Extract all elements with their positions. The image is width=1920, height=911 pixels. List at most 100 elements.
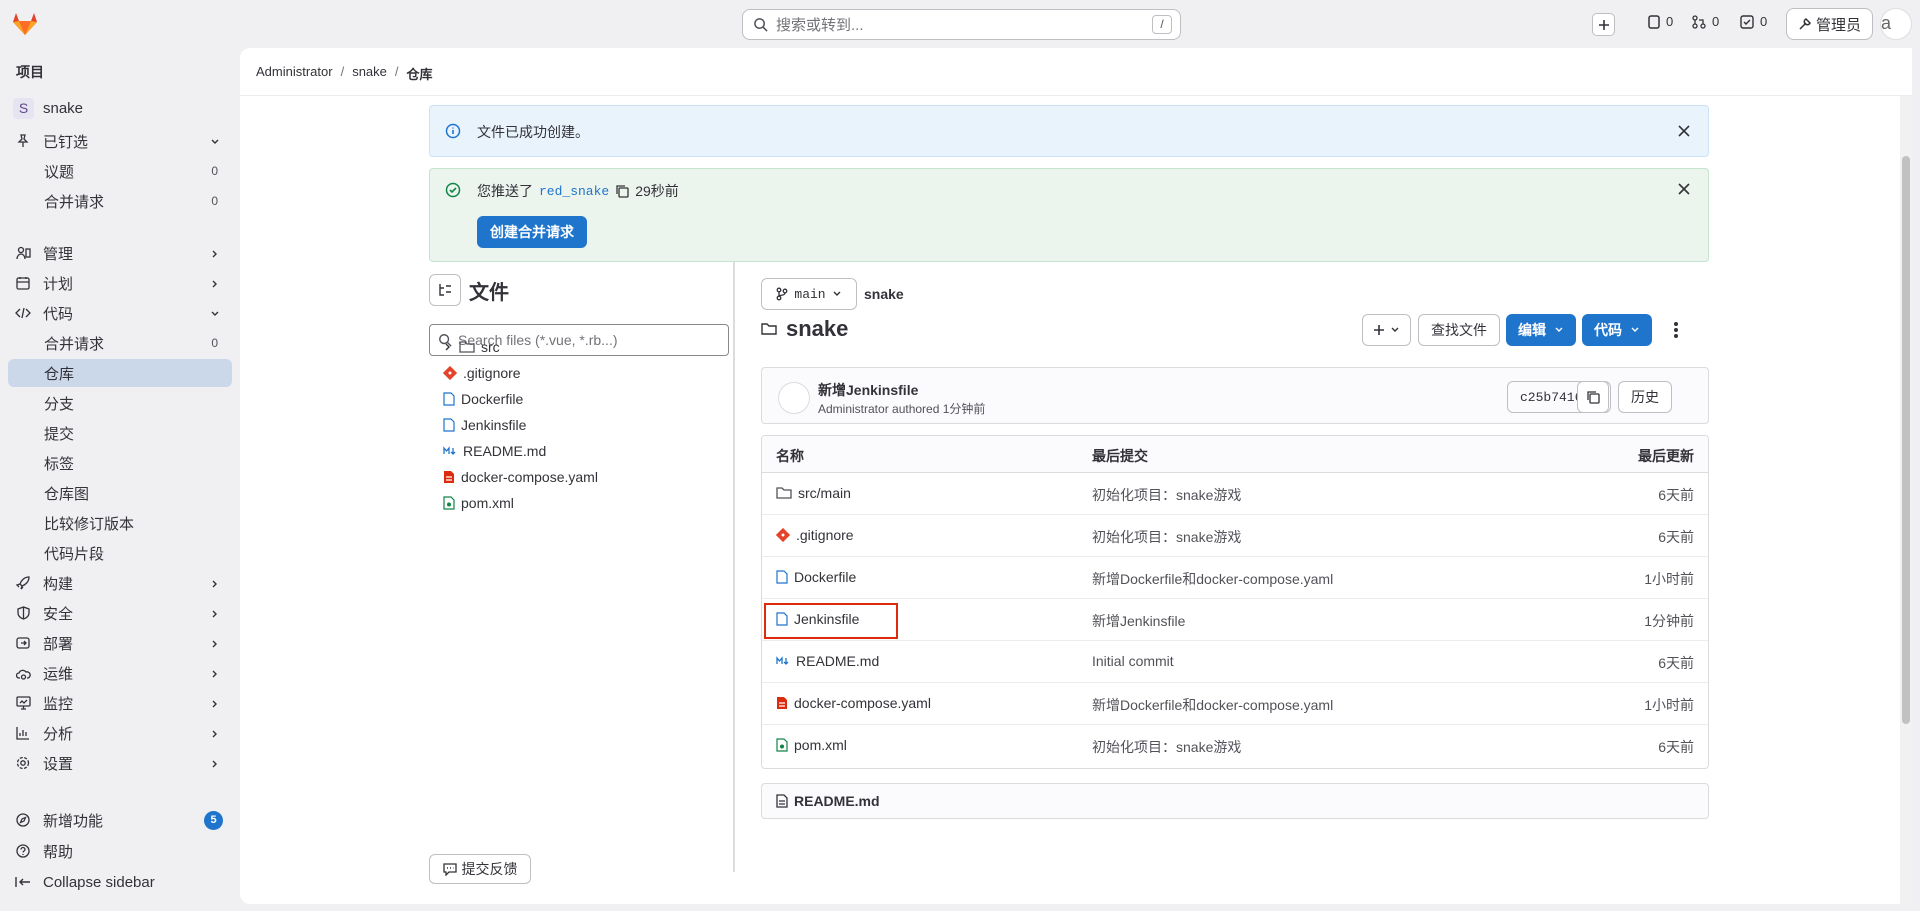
sidebar-help[interactable]: 帮助 bbox=[8, 837, 232, 865]
sidebar-item-commits[interactable]: 提交 bbox=[8, 419, 232, 447]
table-row[interactable]: README.md Initial commit 6天前 bbox=[762, 641, 1708, 683]
compass-icon bbox=[15, 812, 31, 828]
sidebar-label: 合并请求 bbox=[44, 335, 105, 353]
file-name-cell[interactable]: docker-compose.yaml bbox=[776, 695, 931, 711]
page-scrollbar[interactable] bbox=[1900, 96, 1912, 904]
tree-item-jenkinsfile[interactable]: Jenkinsfile bbox=[443, 415, 526, 435]
history-button[interactable]: 历史 bbox=[1618, 381, 1672, 413]
sidebar-label: 管理 bbox=[43, 245, 74, 263]
search-input[interactable]: 搜索或转到... / bbox=[742, 9, 1181, 40]
top-bar: 搜索或转到... / 0 0 0 管理员 a bbox=[0, 0, 1920, 48]
table-row[interactable]: src/main 初始化项目：snake游戏 6天前 bbox=[762, 473, 1708, 515]
sidebar-item-snippets[interactable]: 代码片段 bbox=[8, 539, 232, 567]
file-tree-toggle-button[interactable] bbox=[429, 274, 461, 306]
table-row[interactable]: pom.xml 初始化项目：snake游戏 6天前 bbox=[762, 725, 1708, 767]
sidebar-item-issues[interactable]: 议题 0 bbox=[8, 157, 232, 185]
tree-item-dockerfile[interactable]: Dockerfile bbox=[443, 389, 523, 409]
sidebar-label: 分支 bbox=[44, 395, 75, 413]
sidebar-item-tags[interactable]: 标签 bbox=[8, 449, 232, 477]
more-actions-icon[interactable] bbox=[1673, 321, 1679, 339]
tree-item-label: README.md bbox=[463, 443, 547, 459]
sidebar-monitor[interactable]: 监控 bbox=[8, 689, 232, 717]
table-row[interactable]: .gitignore 初始化项目：snake游戏 6天前 bbox=[762, 515, 1708, 557]
file-name-cell[interactable]: Dockerfile bbox=[776, 569, 856, 585]
readme-title[interactable]: README.md bbox=[794, 793, 880, 809]
updated-time: 1小时前 bbox=[1644, 697, 1694, 713]
last-commit-title[interactable]: 新增Jenkinsfile bbox=[818, 380, 918, 400]
sidebar-whats-new[interactable]: 新增功能 5 bbox=[8, 806, 232, 834]
breadcrumb-project[interactable]: snake bbox=[352, 64, 387, 83]
collapse-sidebar-button[interactable]: Collapse sidebar bbox=[8, 868, 232, 896]
file-name-cell[interactable]: pom.xml bbox=[776, 737, 847, 753]
sidebar-code[interactable]: 代码 bbox=[8, 299, 232, 327]
sidebar-plan[interactable]: 计划 bbox=[8, 269, 232, 297]
sidebar-project-snake[interactable]: S snake bbox=[8, 94, 232, 122]
sidebar-analyze[interactable]: 分析 bbox=[8, 719, 232, 747]
sidebar-item-repo-graph[interactable]: 仓库图 bbox=[8, 479, 232, 507]
repo-path-name[interactable]: snake bbox=[864, 286, 904, 302]
file-name-cell[interactable]: .gitignore bbox=[776, 527, 854, 543]
commit-message[interactable]: 初始化项目：snake游戏 bbox=[1092, 527, 1241, 547]
tree-item-gitignore[interactable]: .gitignore bbox=[443, 363, 521, 383]
file-name-cell[interactable]: README.md bbox=[776, 653, 879, 669]
tree-item-src[interactable]: src bbox=[443, 337, 500, 357]
sidebar-pinned[interactable]: 已钉选 bbox=[8, 127, 232, 155]
file-name-cell[interactable]: src/main bbox=[776, 485, 851, 501]
commit-author-avatar[interactable] bbox=[778, 382, 810, 414]
branch-selector[interactable]: main bbox=[761, 278, 857, 310]
tree-item-docker-compose[interactable]: docker-compose.yaml bbox=[443, 467, 598, 487]
pushed-branch[interactable]: red_snake bbox=[539, 184, 609, 199]
add-to-tree-dropdown[interactable] bbox=[1362, 314, 1411, 346]
close-icon[interactable] bbox=[1676, 181, 1692, 197]
copy-sha-button[interactable] bbox=[1577, 381, 1609, 413]
edit-dropdown-button[interactable]: 编辑 bbox=[1506, 314, 1576, 346]
user-avatar[interactable]: a bbox=[1880, 8, 1912, 40]
updated-time: 1分钟前 bbox=[1644, 613, 1694, 629]
sidebar-manage[interactable]: 管理 bbox=[8, 239, 232, 267]
code-dropdown-button[interactable]: 代码 bbox=[1582, 314, 1652, 346]
table-row[interactable]: Jenkinsfile 新增Jenkinsfile 1分钟前 bbox=[762, 599, 1708, 641]
sidebar-settings[interactable]: 设置 bbox=[8, 749, 232, 777]
sidebar-count: 0 bbox=[211, 164, 218, 178]
commit-message[interactable]: Initial commit bbox=[1092, 653, 1174, 669]
merge-requests-counter[interactable]: 0 bbox=[1692, 14, 1719, 29]
sidebar-item-compare[interactable]: 比较修订版本 bbox=[8, 509, 232, 537]
sidebar-label: 安全 bbox=[43, 605, 74, 623]
sidebar-deploy[interactable]: 部署 bbox=[8, 629, 232, 657]
admin-button[interactable]: 管理员 bbox=[1786, 8, 1873, 40]
sidebar-label: 仓库图 bbox=[44, 485, 90, 503]
file-text-icon bbox=[776, 794, 788, 808]
tree-item-pom[interactable]: pom.xml bbox=[443, 493, 514, 513]
sidebar-item-repository[interactable]: 仓库 bbox=[8, 359, 232, 387]
commit-message[interactable]: 初始化项目：snake游戏 bbox=[1092, 485, 1241, 505]
commit-message[interactable]: 新增Dockerfile和docker-compose.yaml bbox=[1092, 569, 1333, 589]
breadcrumb-current[interactable]: 仓库 bbox=[407, 64, 433, 83]
sidebar-item-merge-requests[interactable]: 合并请求 0 bbox=[8, 187, 232, 215]
commit-message[interactable]: 新增Jenkinsfile bbox=[1092, 611, 1185, 631]
sidebar-item-branches[interactable]: 分支 bbox=[8, 389, 232, 417]
tree-item-label: .gitignore bbox=[463, 365, 521, 381]
sidebar-item-code-merge-requests[interactable]: 合并请求 0 bbox=[8, 329, 232, 357]
copy-icon[interactable] bbox=[615, 184, 629, 198]
todos-counter[interactable]: 0 bbox=[1740, 14, 1767, 29]
create-merge-request-button[interactable]: 创建合并请求 bbox=[477, 216, 587, 248]
table-row[interactable]: Dockerfile 新增Dockerfile和docker-compose.y… bbox=[762, 557, 1708, 599]
commit-message[interactable]: 初始化项目：snake游戏 bbox=[1092, 737, 1241, 757]
sidebar-security[interactable]: 安全 bbox=[8, 599, 232, 627]
issues-counter[interactable]: 0 bbox=[1648, 14, 1673, 29]
table-row[interactable]: docker-compose.yaml 新增Dockerfile和docker-… bbox=[762, 683, 1708, 725]
close-icon[interactable] bbox=[1676, 123, 1692, 139]
push-alert-text: 您推送了 red_snake 29秒前 bbox=[477, 181, 679, 201]
issues-icon bbox=[1648, 14, 1660, 29]
breadcrumb-admin[interactable]: Administrator bbox=[256, 64, 333, 83]
create-new-button[interactable] bbox=[1592, 13, 1615, 36]
gitlab-logo-icon[interactable] bbox=[12, 12, 38, 36]
feedback-button[interactable]: 提交反馈 bbox=[429, 854, 531, 884]
sidebar-build[interactable]: 构建 bbox=[8, 569, 232, 597]
commit-message[interactable]: 新增Dockerfile和docker-compose.yaml bbox=[1092, 695, 1333, 715]
find-file-button[interactable]: 查找文件 bbox=[1418, 314, 1500, 346]
sidebar-operate[interactable]: 运维 bbox=[8, 659, 232, 687]
scrollbar-thumb[interactable] bbox=[1902, 156, 1910, 724]
file-name-cell[interactable]: Jenkinsfile bbox=[776, 611, 859, 627]
tree-item-readme[interactable]: README.md bbox=[443, 441, 546, 461]
